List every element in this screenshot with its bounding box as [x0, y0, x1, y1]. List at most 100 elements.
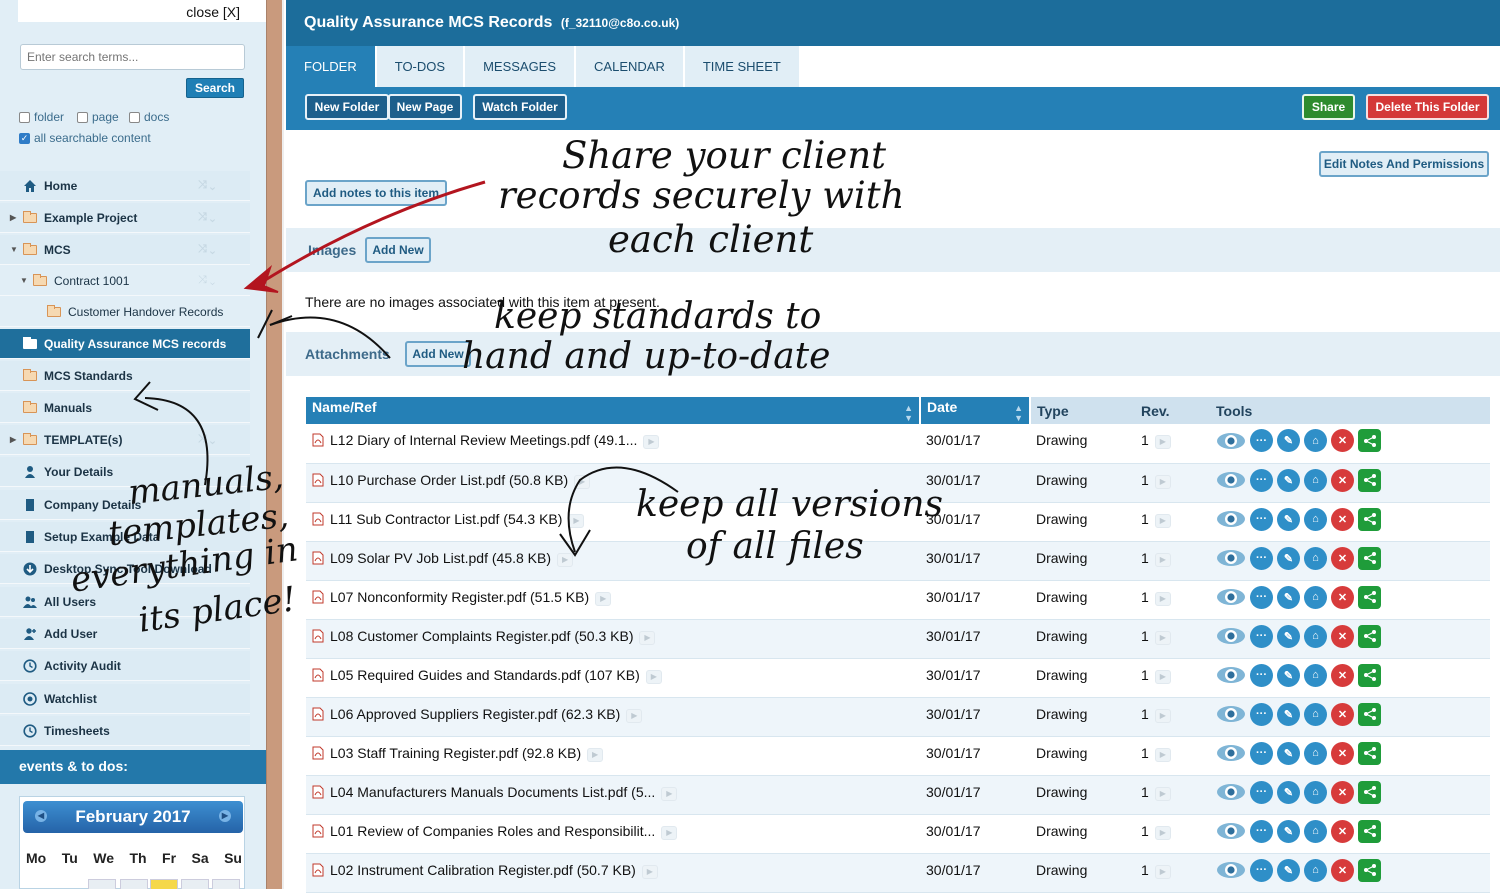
column-type[interactable]: Type — [1030, 397, 1135, 424]
cell-name[interactable]: L12 Diary of Internal Review Meetings.pd… — [306, 424, 920, 464]
expand-play-icon[interactable]: ▶ — [626, 708, 643, 723]
comments-icon[interactable]: ··· — [1250, 663, 1273, 687]
edit-wrench-icon[interactable]: ✎ — [1277, 624, 1300, 648]
expand-play-icon[interactable]: ▶ — [661, 825, 678, 840]
revision-expand-icon[interactable]: ▶ — [1154, 591, 1171, 606]
delete-icon[interactable]: ✕ — [1331, 858, 1354, 882]
table-row[interactable]: L09 Solar PV Job List.pdf (45.8 KB) ▶ 30/0… — [306, 541, 1490, 581]
table-row[interactable]: L01 Review of Companies Roles and Respon… — [306, 814, 1490, 854]
comments-icon[interactable]: ··· — [1250, 624, 1273, 648]
view-eye-icon[interactable] — [1216, 547, 1246, 570]
checkbox-page[interactable] — [77, 111, 88, 123]
next-month-icon[interactable]: ▶ — [219, 810, 231, 822]
lock-icon[interactable]: ⌂ — [1304, 663, 1327, 687]
column-name-ref[interactable]: Name/Ref ▲ ▼ — [306, 397, 921, 424]
filter-folder[interactable]: folder — [19, 110, 64, 124]
add-attachment-button[interactable]: Add New — [405, 341, 471, 367]
cell-name[interactable]: L06 Approved Suppliers Register.pdf (62.… — [306, 697, 920, 737]
file-name-link[interactable]: L12 Diary of Internal Review Meetings.pd… — [330, 432, 637, 448]
delete-icon[interactable]: ✕ — [1331, 819, 1354, 843]
expand-play-icon[interactable]: ▶ — [557, 552, 574, 567]
collapse-caret-icon[interactable]: ▼ — [10, 245, 18, 254]
lock-icon[interactable]: ⌂ — [1304, 429, 1327, 452]
comments-icon[interactable]: ··· — [1250, 780, 1273, 804]
file-name-link[interactable]: L02 Instrument Calibration Register.pdf … — [330, 862, 636, 878]
share-icon[interactable] — [1358, 507, 1381, 531]
file-name-link[interactable]: L05 Required Guides and Standards.pdf (1… — [330, 667, 640, 683]
edit-wrench-icon[interactable]: ✎ — [1277, 546, 1300, 570]
collapse-caret-icon[interactable]: ▼ — [20, 276, 28, 285]
table-row[interactable]: L04 Manufacturers Manuals Documents List… — [306, 775, 1490, 815]
edit-wrench-icon[interactable]: ✎ — [1277, 663, 1300, 687]
sidebar-item-setup-example-data[interactable]: Setup Example Data — [0, 522, 250, 552]
edit-wrench-icon[interactable]: ✎ — [1277, 819, 1300, 843]
search-input[interactable] — [20, 44, 245, 70]
lock-icon[interactable]: ⌂ — [1304, 702, 1327, 726]
lock-icon[interactable]: ⌂ — [1304, 585, 1327, 609]
revision-expand-icon[interactable]: ▶ — [1154, 435, 1171, 449]
expand-play-icon[interactable]: ▶ — [568, 513, 585, 528]
add-notes-button[interactable]: Add notes to this item — [305, 180, 447, 206]
sidebar-item-customer-handover[interactable]: Customer Handover Records — [0, 297, 250, 327]
edit-wrench-icon[interactable]: ✎ — [1277, 741, 1300, 765]
delete-folder-button[interactable]: Delete This Folder — [1366, 94, 1489, 120]
tab-folder[interactable]: FOLDER — [286, 46, 377, 87]
column-rev[interactable]: Rev. — [1135, 397, 1210, 424]
table-row[interactable]: L11 Sub Contractor List.pdf (54.3 KB) ▶ 30… — [306, 502, 1490, 542]
expand-play-icon[interactable]: ▶ — [641, 864, 658, 879]
revision-expand-icon[interactable]: ▶ — [1154, 669, 1171, 684]
edit-notes-permissions-button[interactable]: Edit Notes And Permissions — [1319, 151, 1489, 177]
file-name-link[interactable]: L03 Staff Training Register.pdf (92.8 KB… — [330, 745, 581, 761]
calendar-day[interactable] — [212, 879, 240, 889]
delete-icon[interactable]: ✕ — [1331, 741, 1354, 765]
prev-month-icon[interactable]: ◀ — [35, 810, 47, 822]
cell-name[interactable]: L07 Nonconformity Register.pdf (51.5 KB)… — [306, 580, 920, 620]
tab-todos[interactable]: TO-DOS — [376, 46, 466, 87]
delete-icon[interactable]: ✕ — [1331, 546, 1354, 570]
sidebar-item-desktop-sync[interactable]: Desktop Sync Tool Download — [0, 554, 250, 584]
cell-name[interactable]: L10 Purchase Order List.pdf (50.8 KB) ▶ — [306, 463, 920, 503]
delete-icon[interactable]: ✕ — [1331, 429, 1354, 452]
expand-play-icon[interactable]: ▶ — [643, 435, 660, 449]
file-name-link[interactable]: L11 Sub Contractor List.pdf (54.3 KB) — [330, 511, 562, 527]
filter-docs[interactable]: docs — [129, 110, 169, 124]
calendar-day[interactable] — [181, 879, 209, 889]
view-eye-icon[interactable] — [1216, 781, 1246, 804]
view-eye-icon[interactable] — [1216, 508, 1246, 531]
table-row[interactable]: L12 Diary of Internal Review Meetings.pd… — [306, 424, 1490, 464]
cell-name[interactable]: L04 Manufacturers Manuals Documents List… — [306, 775, 920, 815]
calendar-day[interactable] — [88, 879, 116, 889]
view-eye-icon[interactable] — [1216, 742, 1246, 765]
revision-expand-icon[interactable]: ▶ — [1154, 630, 1171, 645]
lock-icon[interactable]: ⌂ — [1304, 858, 1327, 882]
comments-icon[interactable]: ··· — [1250, 585, 1273, 609]
expand-play-icon[interactable]: ▶ — [574, 474, 591, 489]
sidebar-item-your-details[interactable]: Your Details — [0, 457, 250, 487]
revision-expand-icon[interactable]: ▶ — [1154, 474, 1171, 489]
file-name-link[interactable]: L08 Customer Complaints Register.pdf (50… — [330, 628, 633, 644]
edit-wrench-icon[interactable]: ✎ — [1277, 507, 1300, 531]
table-row[interactable]: L10 Purchase Order List.pdf (50.8 KB) ▶ 30… — [306, 463, 1490, 503]
cell-name[interactable]: L01 Review of Companies Roles and Respon… — [306, 814, 920, 854]
delete-icon[interactable]: ✕ — [1331, 468, 1354, 492]
sidebar-item-timesheets[interactable]: Timesheets — [0, 716, 250, 746]
sidebar-item-mcs-standards[interactable]: MCS Standards — [0, 361, 250, 391]
filter-page[interactable]: page — [77, 110, 119, 124]
file-name-link[interactable]: L10 Purchase Order List.pdf (50.8 KB) — [330, 472, 568, 488]
expand-play-icon[interactable]: ▶ — [661, 786, 678, 801]
lock-icon[interactable]: ⌂ — [1304, 468, 1327, 492]
comments-icon[interactable]: ··· — [1250, 429, 1273, 452]
add-image-button[interactable]: Add New — [365, 237, 431, 263]
table-row[interactable]: L02 Instrument Calibration Register.pdf … — [306, 853, 1490, 893]
cell-name[interactable]: L05 Required Guides and Standards.pdf (1… — [306, 658, 920, 698]
edit-wrench-icon[interactable]: ✎ — [1277, 585, 1300, 609]
expand-play-icon[interactable]: ▶ — [639, 630, 656, 645]
tab-time-sheet[interactable]: TIME SHEET — [684, 46, 801, 87]
file-name-link[interactable]: L07 Nonconformity Register.pdf (51.5 KB) — [330, 589, 589, 605]
view-eye-icon[interactable] — [1216, 429, 1246, 452]
file-name-link[interactable]: L09 Solar PV Job List.pdf (45.8 KB) — [330, 550, 551, 566]
share-icon[interactable] — [1358, 780, 1381, 804]
share-icon[interactable] — [1358, 858, 1381, 882]
sidebar-item-mcs[interactable]: ▼ MCS ⤨ ⌄ — [0, 235, 250, 265]
table-row[interactable]: L08 Customer Complaints Register.pdf (50… — [306, 619, 1490, 659]
